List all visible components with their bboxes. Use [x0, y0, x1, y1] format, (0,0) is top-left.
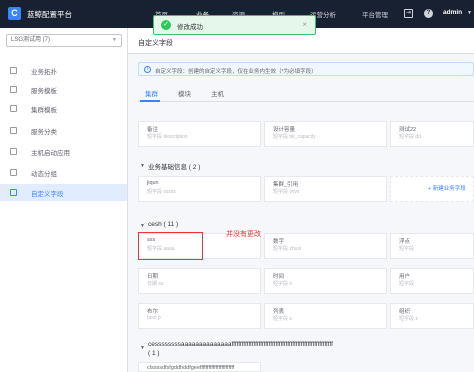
field-card[interactable]: clssssdfsfgddhddfgeeffffffffffffffffffff…	[138, 362, 261, 372]
page-title: 自定义字段	[138, 40, 173, 47]
add-business-field-link[interactable]: + 新建业务字段	[428, 184, 466, 192]
sidebar-item-service-category[interactable]: 服务分类	[0, 122, 127, 139]
sidebar-item-host-startup-app[interactable]: 主机启动应用	[0, 143, 127, 160]
group-title-business-basic[interactable]: 业务基础信息 ( 2 )	[148, 161, 200, 171]
sidebar-item-label: 服务分类	[31, 129, 57, 136]
field-label: clssssdfsfgddhddfgeeffffffffffffffffffff…	[147, 365, 235, 371]
field-card[interactable]: 日期 日期 ss	[138, 268, 261, 294]
field-label: 浮点	[399, 239, 411, 245]
business-select[interactable]: LSG测试用 (7) ▼	[6, 34, 122, 47]
field-key: 短字段 s	[273, 281, 292, 287]
sidebar-item-label: 动态分组	[31, 171, 57, 178]
field-card[interactable]: jiqun 短字段 sssss	[138, 176, 261, 202]
field-card[interactable]: 布尔 bool p	[138, 303, 261, 329]
field-label: 布尔	[147, 309, 159, 315]
group-title-long[interactable]: cessssssssaaaaaaaaaaaaaaffffffffffffffff…	[148, 341, 474, 348]
field-card[interactable]: 列表 短字段 s	[264, 303, 387, 329]
app-title[interactable]: 蓝鲸配置平台	[27, 9, 72, 20]
sidebar-item-label: 集群模板	[31, 107, 57, 114]
template-icon	[10, 86, 17, 93]
tab-host[interactable]: 主机	[211, 88, 224, 98]
field-card[interactable]: 集群_引用 短字段 vvvv	[264, 176, 387, 202]
field-card[interactable]: 测试22 短字段 dd	[390, 121, 474, 147]
field-key: 短字段 zhusi	[273, 246, 302, 252]
check-circle-icon: ✓	[161, 20, 171, 30]
field-card[interactable]: 时间 短字段 s	[264, 268, 387, 294]
field-label: 列表	[273, 309, 285, 315]
field-label: 备注	[147, 127, 159, 133]
global-search-icon[interactable]: ⇥	[404, 9, 413, 18]
field-label: 测试22	[399, 127, 417, 133]
chevron-down-icon[interactable]: ▼	[140, 345, 145, 351]
toast-message: 修改成功	[177, 24, 203, 31]
group-title-cesh[interactable]: cesh ( 11 )	[148, 221, 178, 228]
host-icon	[10, 148, 17, 155]
category-icon	[10, 127, 17, 134]
field-card[interactable]: 设计容量 短字段 bk_capacity	[264, 121, 387, 147]
field-key: 短字段 vvvv	[273, 189, 300, 195]
custom-field-icon	[10, 189, 17, 196]
field-key: bool p	[147, 315, 161, 321]
group-icon	[10, 169, 17, 176]
help-icon[interactable]: ?	[424, 9, 433, 18]
user-menu[interactable]: admin	[443, 9, 462, 16]
field-label: 日期	[147, 274, 159, 280]
chevron-down-icon: ▼	[112, 37, 117, 43]
info-icon: i	[144, 66, 151, 73]
sidebar-item-custom-fields[interactable]: 自定义字段	[0, 184, 127, 201]
nav-platform-management[interactable]: 平台管理	[362, 9, 388, 19]
tab-module[interactable]: 模块	[178, 88, 191, 98]
field-key: 短字段 s	[273, 316, 292, 322]
topology-icon	[10, 67, 17, 74]
chevron-down-icon[interactable]: ▼	[467, 10, 472, 16]
field-key: 短字段 dd	[399, 134, 421, 140]
sidebar-item-label: 服务模板	[31, 88, 57, 95]
group-count: ( 1 )	[148, 350, 160, 357]
field-label: 设计容量	[273, 127, 296, 133]
field-key: 短字段 sssss	[147, 189, 176, 195]
field-key: 短字段 bk_capacity	[273, 134, 316, 140]
active-tab-indicator	[140, 100, 160, 102]
field-label: 时间	[273, 274, 285, 280]
tabs-divider	[138, 101, 474, 102]
field-label: jiqun	[147, 180, 159, 186]
field-key: 短字段 z	[399, 316, 418, 322]
field-card[interactable]: 用户 短字段	[390, 268, 474, 294]
field-card[interactable]: 浮点 短字段	[390, 233, 474, 259]
sidebar-item-label: 主机启动应用	[31, 150, 70, 157]
sidebar-item-dynamic-group[interactable]: 动态分组	[0, 164, 127, 181]
info-notice: i 自定义字段：创建的自定义字段，仅在业务内生效（*为必填字段）	[138, 62, 474, 76]
field-key: 短字段 description	[147, 134, 188, 140]
field-label: 用户	[399, 274, 411, 280]
annotation-highlight-box	[138, 232, 203, 260]
sidebar-item-label: 自定义字段	[31, 191, 64, 198]
cluster-icon	[10, 105, 17, 112]
chevron-down-icon[interactable]: ▼	[140, 163, 145, 169]
chevron-down-icon[interactable]: ▼	[140, 223, 145, 229]
field-label: 数字	[273, 239, 285, 245]
close-icon[interactable]: ×	[302, 20, 307, 29]
tab-cluster[interactable]: 集群	[145, 88, 158, 98]
notice-text: 自定义字段：创建的自定义字段，仅在业务内生效（*为必填字段）	[155, 68, 317, 75]
sidebar-item-cluster-template[interactable]: 集群模板	[0, 100, 127, 117]
field-card[interactable]: 备注 短字段 description	[138, 121, 261, 147]
sidebar-item-business-topology[interactable]: 业务拓扑	[0, 62, 127, 79]
sidebar-item-label: 业务拓扑	[31, 69, 57, 76]
field-label: 组织	[399, 309, 411, 315]
success-toast: ✓ 修改成功 ×	[153, 15, 316, 35]
app-logo-icon[interactable]: C	[8, 7, 21, 20]
field-card[interactable]: 组织 短字段 z	[390, 303, 474, 329]
business-select-value: LSG测试用 (7)	[11, 37, 51, 43]
sidebar-item-service-template[interactable]: 服务模板	[0, 81, 127, 98]
field-label: 集群_引用	[273, 182, 299, 188]
field-key: 日期 ss	[147, 281, 164, 287]
field-key: 短字段	[399, 281, 415, 287]
annotation-note: 并没有更改	[226, 231, 261, 238]
field-key: 短字段	[399, 246, 415, 252]
field-card[interactable]: 数字 短字段 zhusi	[264, 233, 387, 259]
